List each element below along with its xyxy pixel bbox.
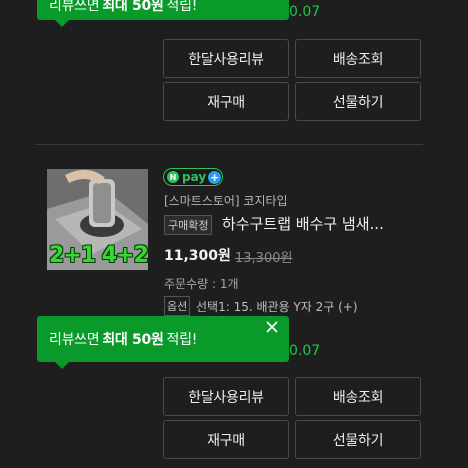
review-point-value-2: 0.07 <box>289 343 321 359</box>
monthly-review-button[interactable]: 한달사용리뷰 <box>163 39 289 78</box>
gift-button[interactable]: 선물하기 <box>295 82 421 121</box>
review-reward-tooltip: 리뷰쓰면 최대 50원 적립! <box>37 0 289 27</box>
monthly-review-button-2[interactable]: 한달사용리뷰 <box>163 377 289 416</box>
npay-badge: N pay + <box>163 168 223 186</box>
order-divider <box>35 144 423 145</box>
track-delivery-button-2[interactable]: 배송조회 <box>295 377 421 416</box>
product-thumbnail[interactable]: 2+1 4+2 <box>47 169 148 270</box>
reorder-button-2[interactable]: 재구매 <box>163 420 289 459</box>
tooltip-highlight-2: 최대 50원 <box>102 332 164 348</box>
option-label: 옵션 <box>164 296 191 316</box>
reorder-button[interactable]: 재구매 <box>163 82 289 121</box>
gift-button-2[interactable]: 선물하기 <box>295 420 421 459</box>
tooltip-suffix-2: 적립! <box>166 332 198 348</box>
review-reward-tooltip-2: 리뷰쓰면 최대 50원 적립! <box>37 316 289 369</box>
store-name[interactable]: [스마트스토어] 코지타입 <box>164 192 288 209</box>
track-delivery-button[interactable]: 배송조회 <box>295 39 421 78</box>
review-point-value: 0.07 <box>289 4 321 20</box>
close-icon[interactable] <box>265 320 279 334</box>
tooltip-suffix: 적립! <box>166 0 198 14</box>
tooltip-arrow <box>55 20 69 27</box>
tooltip-prefix: 리뷰쓰면 <box>49 0 100 14</box>
tooltip-prefix-2: 리뷰쓰면 <box>49 332 100 348</box>
option-text: 선택1: 15. 배관용 Y자 2구 (+) <box>196 300 358 314</box>
thumbnail-promo-text: 2+1 4+2 <box>49 243 148 268</box>
tooltip-highlight: 최대 50원 <box>102 0 164 14</box>
npay-plus-icon: + <box>208 170 222 184</box>
npay-n-icon: N <box>167 171 179 183</box>
purchase-confirmed-badge: 구매확정 <box>164 215 213 235</box>
product-title[interactable]: 하수구트랩 배수구 냄새... <box>222 213 384 234</box>
order-quantity: 주문수량 : 1개 <box>164 277 239 291</box>
original-price: 13,300원 <box>235 251 293 266</box>
product-price: 11,300원 <box>164 248 231 264</box>
npay-label: pay <box>182 170 207 184</box>
tooltip-arrow-2 <box>55 362 69 369</box>
